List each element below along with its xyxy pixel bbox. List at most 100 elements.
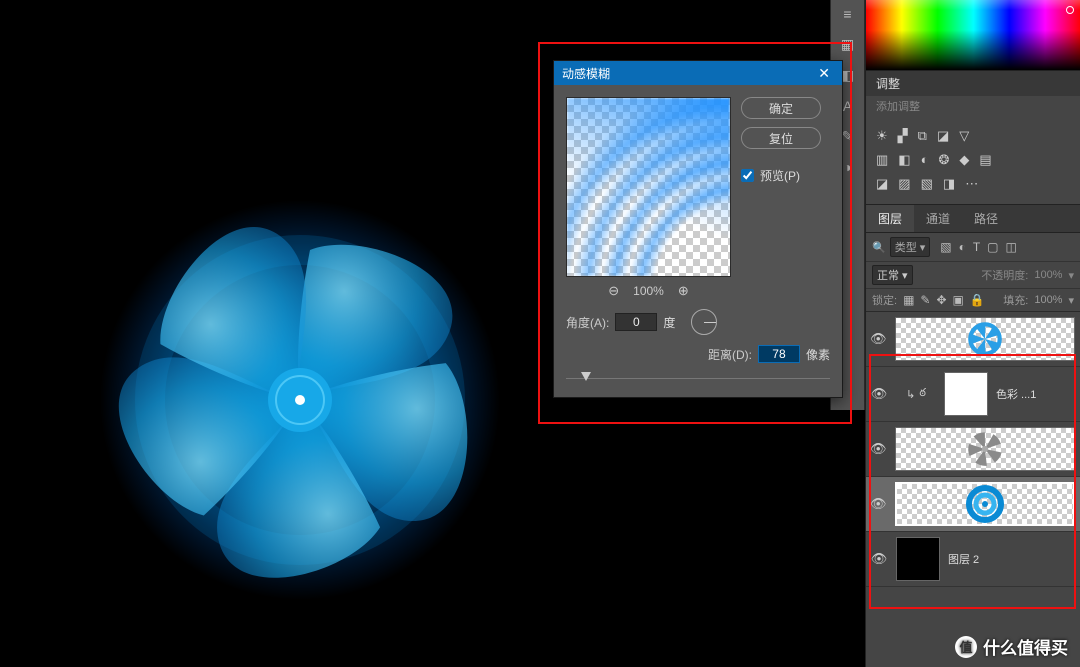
zoom-out-icon[interactable]: ⊖ (608, 283, 619, 299)
watermark-text: 什么值得买 (983, 634, 1068, 659)
triangle-icon[interactable]: ▽ (959, 128, 969, 144)
zoom-in-icon[interactable]: ⊕ (678, 283, 689, 299)
clip-icon[interactable]: ↳ (906, 388, 915, 401)
angle-field-row: 角度(A): 度 (566, 309, 830, 335)
invert-icon[interactable]: ◪ (876, 176, 888, 192)
text-icon[interactable]: A (843, 98, 852, 114)
ok-button[interactable]: 确定 (741, 97, 821, 119)
layer-item[interactable]: 👁 图层 1 拷贝 2 (866, 312, 1080, 367)
bw-icon[interactable]: ◆ (959, 152, 969, 168)
lock-position-icon[interactable]: ✥ (936, 293, 946, 307)
poster-icon[interactable]: ▨ (898, 176, 910, 192)
tab-paths[interactable]: 路径 (962, 205, 1010, 232)
search-icon[interactable]: 🔍 (872, 241, 886, 254)
reset-button[interactable]: 复位 (741, 127, 821, 149)
exposure-icon[interactable]: ◪ (937, 128, 949, 144)
filter-smart-icon[interactable]: ◫ (1006, 240, 1017, 254)
adjustments-row2: ▥ ◧ ◐ ❂ ◆ ▤ (876, 148, 1070, 172)
layer-thumb[interactable] (895, 427, 1075, 471)
layers-lock-row: 锁定: ▦ ✎ ✥ ▣ 🔒 填充: 100% ▾ (866, 289, 1080, 312)
dots-icon[interactable]: ⋯ (965, 176, 978, 192)
fan-artwork (100, 180, 500, 620)
angle-input[interactable] (615, 313, 657, 331)
right-panel-stack: 调整 添加调整 ☀ ▞ ⧉ ◪ ▽ ▥ ◧ ◐ ❂ ◆ ▤ ◪ ▨ ▧ (865, 0, 1080, 667)
layer-item[interactable]: 👁 图层_1 (866, 422, 1080, 477)
distance-unit: 像素 (806, 346, 830, 363)
lock-label: 锁定: (872, 292, 897, 308)
color-picker-panel[interactable] (866, 0, 1080, 70)
balance-icon[interactable]: ఠ (919, 387, 926, 402)
distance-slider[interactable] (566, 371, 830, 385)
visibility-icon[interactable]: 👁 (870, 551, 888, 567)
layers-filter-bar: 🔍 类型▾ ▧ ◐ T ▢ ◫ (866, 233, 1080, 262)
dialog-titlebar[interactable]: 动感模糊 ✕ (554, 61, 842, 85)
zoom-percent: 100% (633, 284, 664, 298)
square-icon[interactable]: ▤ (979, 152, 991, 168)
layer-name[interactable]: 色彩 ...1 (996, 386, 1036, 402)
hue-icon[interactable]: ◧ (898, 152, 910, 168)
adjustments-row3: ◪ ▨ ▧ ◨ ⋯ (876, 172, 1070, 196)
layer-item[interactable]: 👁 图层 2 (866, 532, 1080, 587)
dialog-title-text: 动感模糊 (562, 65, 610, 82)
visibility-icon[interactable]: 👁 (870, 331, 887, 347)
gradient-icon[interactable]: ◨ (943, 176, 955, 192)
layer-thumb[interactable] (895, 317, 1075, 361)
layer-item[interactable]: 👁 图层 1 拷贝 (866, 477, 1080, 532)
tab-layers[interactable]: 图层 (866, 205, 914, 232)
preview-checkbox-row[interactable]: 预览(P) (741, 167, 821, 184)
filter-adjust-icon[interactable]: ◐ (959, 240, 966, 254)
layer-kind-select[interactable]: 类型▾ (890, 237, 931, 257)
preview-label: 预览(P) (760, 167, 800, 184)
distance-field-row: 距离(D): 像素 (566, 345, 830, 363)
distance-input[interactable] (758, 345, 800, 363)
curves-icon[interactable]: ⧉ (918, 128, 927, 144)
visibility-icon[interactable]: 👁 (870, 496, 887, 512)
close-icon[interactable]: ✕ (814, 65, 834, 82)
lock-pixels-icon[interactable]: ✎ (920, 293, 930, 307)
adjustments-row1: ☀ ▞ ⧉ ◪ ▽ (876, 124, 1070, 148)
mask-thumb[interactable] (944, 372, 988, 416)
layers-list[interactable]: 👁 图层 1 拷贝 2 👁 ↳ ఠ (866, 312, 1080, 667)
visibility-icon[interactable]: 👁 (870, 441, 887, 457)
layer-thumb[interactable] (896, 537, 940, 581)
opacity-label: 不透明度: (981, 267, 1028, 283)
layer-thumb[interactable] (895, 482, 1075, 526)
layer-name[interactable]: 图层 2 (948, 551, 979, 567)
lookup-icon[interactable]: ❂ (938, 152, 949, 168)
brightness-icon[interactable]: ☀ (876, 128, 888, 144)
blend-mode-select[interactable]: 正常 ▾ (872, 265, 913, 285)
adjustments-subtitle: 添加调整 (866, 96, 1080, 120)
fill-value[interactable]: 100% (1034, 294, 1062, 306)
vibrance-icon[interactable]: ▥ (876, 152, 888, 168)
lock-all-icon[interactable]: ▦ (903, 293, 914, 307)
levels-icon[interactable]: ▞ (898, 128, 908, 144)
layers-blend-row: 正常 ▾ 不透明度: 100% ▾ (866, 262, 1080, 289)
angle-unit: 度 (663, 314, 675, 331)
preview-checkbox[interactable] (741, 169, 754, 182)
layer-item[interactable]: 👁 ↳ ఠ 色彩 ...1 (866, 367, 1080, 422)
slider-thumb[interactable] (581, 372, 591, 381)
threshold-icon[interactable]: ▧ (921, 176, 933, 192)
filter-preview[interactable] (566, 97, 731, 277)
filter-pixel-icon[interactable]: ▧ (940, 240, 951, 254)
adjustment-icons: ↳ ఠ (896, 387, 936, 402)
filter-shape-icon[interactable]: ▢ (987, 240, 998, 254)
lock-icon[interactable]: 🔒 (970, 293, 985, 307)
filter-type-icon[interactable]: T (973, 240, 980, 254)
distance-label: 距离(D): (708, 346, 752, 363)
brush-icon[interactable]: ✎ (842, 128, 854, 145)
adjustments-title[interactable]: 调整 (866, 71, 1080, 96)
visibility-icon[interactable]: 👁 (870, 386, 888, 402)
angle-dial[interactable] (691, 309, 717, 335)
palette-icon[interactable]: ▦ (841, 36, 854, 53)
angle-label: 角度(A): (566, 314, 609, 331)
menu-icon[interactable]: ≡ (843, 6, 851, 22)
motion-blur-dialog[interactable]: 动感模糊 ✕ ⊖ 100% ⊕ 确定 复位 预览(P) (553, 60, 843, 398)
clock-icon[interactable]: ◑ (843, 159, 851, 175)
balance-icon[interactable]: ◐ (921, 152, 929, 168)
layers-tabs: 图层 通道 路径 (866, 205, 1080, 233)
tab-channels[interactable]: 通道 (914, 205, 962, 232)
layers-panel: 图层 通道 路径 🔍 类型▾ ▧ ◐ T ▢ ◫ 正常 ▾ 不透明度: 100% (866, 204, 1080, 667)
opacity-value[interactable]: 100% (1034, 269, 1062, 281)
lock-artboard-icon[interactable]: ▣ (953, 293, 964, 307)
